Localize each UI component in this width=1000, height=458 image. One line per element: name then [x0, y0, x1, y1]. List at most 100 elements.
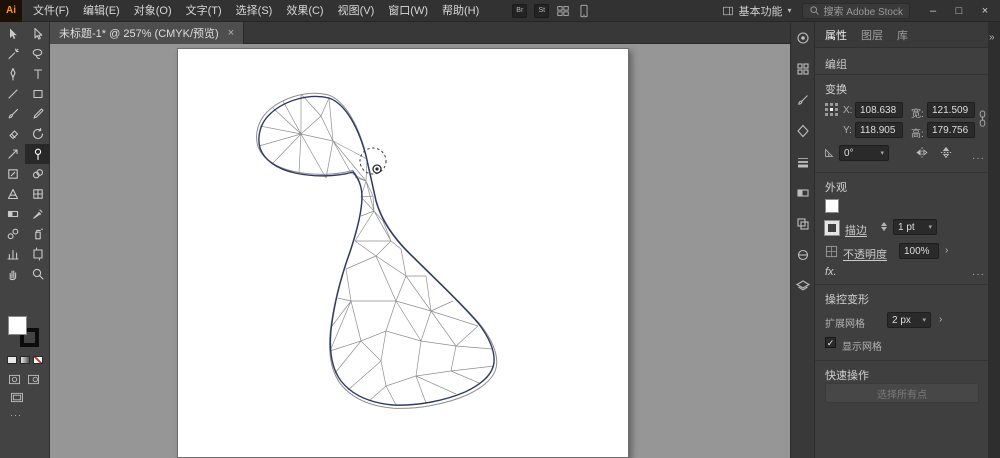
opacity-expand-icon[interactable]: ›: [945, 245, 948, 256]
expand-mesh-chevron-icon[interactable]: ›: [939, 314, 942, 325]
quick-action-button[interactable]: 选择所有点: [825, 383, 979, 403]
eraser-tool[interactable]: [0, 124, 25, 144]
artboard-tool[interactable]: [25, 244, 50, 264]
menu-type[interactable]: 文字(T): [179, 0, 229, 22]
menu-object[interactable]: 对象(O): [127, 0, 179, 22]
color-button[interactable]: [7, 356, 17, 364]
none-button[interactable]: [33, 356, 43, 364]
tab-close-icon[interactable]: ×: [228, 27, 234, 39]
shape-builder-tool[interactable]: [25, 164, 50, 184]
bridge-icon[interactable]: Br: [512, 3, 528, 18]
stroke-weight-field[interactable]: 1 pt ▾: [893, 219, 937, 235]
puppet-warp-artwork[interactable]: [178, 49, 628, 457]
opacity-link[interactable]: 不透明度: [843, 246, 887, 262]
gradient-panel-icon[interactable]: [795, 185, 811, 206]
maximize-button[interactable]: □: [946, 0, 972, 22]
transparency-panel-icon[interactable]: [795, 216, 811, 237]
appearance-more-options-icon[interactable]: ···: [972, 269, 985, 280]
workspace-switcher[interactable]: 基本功能 ▾: [722, 3, 792, 19]
perspective-grid-tool[interactable]: [0, 184, 25, 204]
tab-libraries[interactable]: 库: [897, 27, 908, 43]
puppet-pin[interactable]: [372, 164, 382, 174]
puppet-warp-tool[interactable]: [25, 144, 50, 164]
stock-icon[interactable]: St: [534, 3, 550, 18]
edit-toolbar-icon[interactable]: ···: [10, 410, 22, 420]
magic-wand-tool[interactable]: [0, 44, 25, 64]
draw-behind-icon[interactable]: [27, 372, 40, 390]
constrain-proportions-icon[interactable]: [978, 109, 987, 132]
scale-tool[interactable]: [0, 144, 25, 164]
shaper-tool[interactable]: [25, 104, 50, 124]
gradient-tool[interactable]: [0, 204, 25, 224]
blend-tool[interactable]: [0, 224, 25, 244]
artboard[interactable]: [177, 48, 629, 458]
expand-mesh-label: 扩展网格: [825, 319, 865, 330]
arrange-documents-icon[interactable]: [556, 4, 570, 18]
swatches-panel-icon[interactable]: [795, 61, 811, 82]
gradient-button[interactable]: [20, 356, 30, 364]
document-tab[interactable]: 未标题-1* @ 257% (CMYK/预览) ×: [50, 22, 245, 44]
y-field[interactable]: 118.905: [855, 122, 903, 138]
direct-selection-tool[interactable]: [25, 24, 50, 44]
mesh-tool[interactable]: [25, 184, 50, 204]
menu-file[interactable]: 文件(F): [26, 0, 76, 22]
hand-tool[interactable]: [0, 264, 25, 284]
layers-panel-icon[interactable]: [795, 278, 811, 299]
symbol-sprayer-tool[interactable]: [25, 224, 50, 244]
height-field[interactable]: 179.756: [927, 122, 975, 138]
menu-view[interactable]: 视图(V): [331, 0, 382, 22]
rectangle-tool[interactable]: [25, 84, 50, 104]
rotate-tool[interactable]: [25, 124, 50, 144]
minimize-button[interactable]: –: [920, 0, 946, 22]
lasso-tool[interactable]: [25, 44, 50, 64]
menu-edit[interactable]: 编辑(E): [76, 0, 127, 22]
paintbrush-tool[interactable]: [0, 104, 25, 124]
collapse-panels-icon[interactable]: »: [989, 32, 995, 43]
free-transform-tool[interactable]: [0, 164, 25, 184]
tab-properties[interactable]: 属性: [825, 27, 847, 43]
show-mesh-checkbox[interactable]: ✓: [825, 337, 836, 348]
graphic-styles-panel-icon[interactable]: [795, 247, 811, 268]
reference-point-locator[interactable]: [825, 103, 839, 117]
transform-section: 变换 X: 108.638 宽: 121.509 Y: 118.905 高: 1…: [815, 74, 989, 172]
expand-mesh-field[interactable]: 2 px ▾: [887, 312, 931, 328]
menu-effect[interactable]: 效果(C): [279, 0, 330, 22]
type-tool[interactable]: [25, 64, 50, 84]
width-field[interactable]: 121.509: [927, 102, 975, 118]
pen-tool[interactable]: [0, 64, 25, 84]
line-segment-tool[interactable]: [0, 84, 25, 104]
stock-search-input[interactable]: 搜索 Adobe Stock: [801, 2, 910, 19]
flip-vertical-icon[interactable]: [939, 146, 953, 162]
menu-select[interactable]: 选择(S): [229, 0, 280, 22]
fill-swatch[interactable]: [8, 316, 27, 335]
symbols-panel-icon[interactable]: [795, 123, 811, 144]
canvas-area[interactable]: [50, 44, 790, 458]
stroke-color-swatch[interactable]: [824, 220, 840, 236]
opacity-field[interactable]: 100%: [899, 243, 939, 259]
brushes-panel-icon[interactable]: [795, 92, 811, 113]
chevron-down-icon: ▾: [928, 224, 932, 231]
fill-color-swatch[interactable]: [825, 199, 839, 213]
close-button[interactable]: ×: [972, 0, 998, 22]
x-field[interactable]: 108.638: [855, 102, 903, 118]
menu-help[interactable]: 帮助(H): [435, 0, 486, 22]
zoom-tool[interactable]: [25, 264, 50, 284]
menu-window[interactable]: 窗口(W): [381, 0, 435, 22]
effects-fx-button[interactable]: fx.: [825, 266, 837, 278]
search-placeholder: 搜索 Adobe Stock: [823, 7, 903, 18]
flip-horizontal-icon[interactable]: [915, 146, 929, 162]
eyedropper-tool[interactable]: [25, 204, 50, 224]
stroke-weight-stepper[interactable]: [881, 222, 887, 231]
stroke-panel-icon[interactable]: [795, 154, 811, 175]
color-panel-icon[interactable]: [795, 30, 811, 51]
draw-normal-icon[interactable]: [8, 372, 21, 390]
column-graph-tool[interactable]: [0, 244, 25, 264]
transform-more-options-icon[interactable]: ···: [972, 153, 985, 164]
rotate-angle-field[interactable]: 0° ▾: [839, 145, 889, 161]
tab-layers[interactable]: 图层: [861, 27, 883, 43]
selection-tool[interactable]: [0, 24, 25, 44]
stroke-link[interactable]: 描边: [845, 222, 867, 238]
device-preview-icon[interactable]: [577, 4, 591, 18]
screen-mode-icon[interactable]: [10, 390, 24, 408]
artwork-path-outline[interactable]: [258, 95, 495, 406]
